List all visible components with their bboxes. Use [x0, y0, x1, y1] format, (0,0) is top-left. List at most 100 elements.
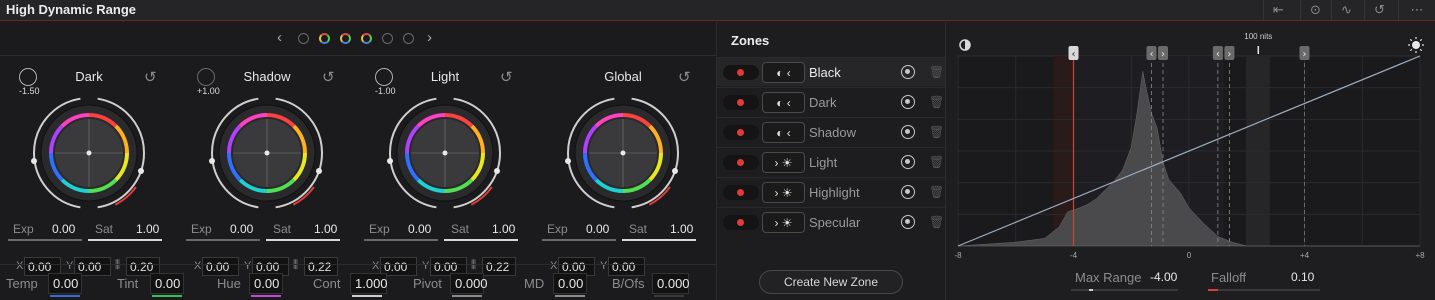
falloff-value[interactable]: 0.10: [1291, 270, 1314, 284]
light-zone-icon[interactable]: › ☀: [762, 182, 805, 203]
param-slider[interactable]: [152, 295, 182, 297]
zone-enable-toggle[interactable]: [723, 95, 759, 110]
zone-row-highlight[interactable]: › ☀ Highlight 🗑: [717, 177, 945, 206]
trash-icon[interactable]: 🗑: [929, 65, 944, 79]
zone-picker-icon[interactable]: [901, 185, 915, 199]
dark-zone-icon[interactable]: ◐ ‹: [762, 92, 805, 113]
param-value-pivot[interactable]: 0.000: [450, 273, 488, 294]
zone-picker-icon[interactable]: [901, 155, 915, 169]
dark-zone-icon[interactable]: ◐ ‹: [762, 62, 805, 83]
trash-icon[interactable]: 🗑: [929, 155, 944, 169]
page-dot-1[interactable]: [298, 33, 309, 44]
saturation-label: Sat: [95, 222, 114, 236]
color-wheel[interactable]: [380, 90, 510, 220]
page-dot-5[interactable]: [382, 33, 393, 44]
light-zone-icon[interactable]: › ☀: [762, 152, 805, 173]
exposure-slider[interactable]: [186, 239, 260, 241]
param-label-temp: Temp: [6, 276, 38, 291]
light-zone-icon[interactable]: › ☀: [762, 212, 805, 233]
exposure-slider[interactable]: [542, 239, 616, 241]
saturation-value[interactable]: 1.00: [670, 222, 693, 236]
sidebar-toggle-icon[interactable]: ⇤: [1263, 0, 1293, 20]
exposure-slider[interactable]: [364, 239, 438, 241]
param-slider[interactable]: [555, 295, 585, 297]
param-value-temp[interactable]: 0.00: [48, 273, 82, 294]
next-page-button[interactable]: ›: [427, 29, 432, 46]
zone-adjust-icon[interactable]: [19, 68, 37, 86]
exposure-slider[interactable]: [8, 239, 82, 241]
param-value-cont[interactable]: 1.000: [350, 273, 388, 294]
param-value-hue[interactable]: 0.00: [249, 273, 283, 294]
saturation-slider[interactable]: [88, 239, 162, 241]
param-value-tint[interactable]: 0.00: [150, 273, 184, 294]
zone-adjust-icon[interactable]: [375, 68, 393, 86]
zone-enable-toggle[interactable]: [723, 65, 759, 80]
reset-icon[interactable]: ↺: [500, 68, 513, 86]
saturation-value[interactable]: 1.00: [314, 222, 337, 236]
exposure-value[interactable]: 0.00: [52, 222, 75, 236]
param-value-b-ofs[interactable]: 0.000: [652, 273, 690, 294]
zone-row-light[interactable]: › ☀ Light 🗑: [717, 147, 945, 176]
reset-icon[interactable]: ↺: [1364, 0, 1394, 20]
dark-zone-icon[interactable]: ◐ ‹: [762, 122, 805, 143]
color-wheel[interactable]: [202, 90, 332, 220]
color-wheel[interactable]: [558, 90, 688, 220]
more-options-icon[interactable]: ⋯: [1398, 0, 1435, 20]
zone-enable-toggle[interactable]: [723, 125, 759, 140]
param-slider[interactable]: [251, 295, 281, 297]
param-value-md[interactable]: 0.00: [553, 273, 587, 294]
exposure-value[interactable]: 0.00: [230, 222, 253, 236]
x-tick-label: -8: [954, 251, 962, 260]
create-zone-button[interactable]: Create New Zone: [759, 270, 903, 294]
zone-picker-icon[interactable]: [901, 95, 915, 109]
page-dot-6[interactable]: [403, 33, 414, 44]
trash-icon[interactable]: 🗑: [929, 125, 944, 139]
zone-row-specular[interactable]: › ☀ Specular 🗑: [717, 207, 945, 236]
saturation-value[interactable]: 1.00: [492, 222, 515, 236]
saturation-slider[interactable]: [266, 239, 340, 241]
zone-enable-toggle[interactable]: [723, 155, 759, 170]
x-tick-label: 0: [1187, 251, 1192, 260]
param-slider[interactable]: [352, 295, 382, 297]
exposure-label: Exp: [191, 222, 212, 236]
saturation-slider[interactable]: [444, 239, 518, 241]
zone-adjust-icon[interactable]: [197, 68, 215, 86]
reset-icon[interactable]: ↺: [144, 68, 157, 86]
reset-icon[interactable]: ↺: [678, 68, 691, 86]
trash-icon[interactable]: 🗑: [929, 185, 944, 199]
target-icon[interactable]: ⊙: [1300, 0, 1330, 20]
zone-picker-icon[interactable]: [901, 215, 915, 229]
zone-picker-icon[interactable]: [901, 65, 915, 79]
saturation-value[interactable]: 1.00: [136, 222, 159, 236]
zones-title: Zones: [731, 33, 770, 48]
zone-row-dark[interactable]: ◐ ‹ Dark 🗑: [717, 87, 945, 116]
param-slider[interactable]: [50, 295, 80, 297]
param-label-md: MD: [524, 276, 545, 291]
param-slider[interactable]: [452, 295, 482, 297]
exposure-value[interactable]: 0.00: [408, 222, 431, 236]
max-range-value[interactable]: -4.00: [1150, 270, 1177, 284]
saturation-slider[interactable]: [622, 239, 696, 241]
exposure-value[interactable]: 0.00: [586, 222, 609, 236]
param-slider[interactable]: [654, 295, 684, 297]
zone-handle-glyph: ‹: [1216, 49, 1220, 60]
trash-icon[interactable]: 🗑: [929, 215, 944, 229]
zone-picker-icon[interactable]: [901, 125, 915, 139]
trash-icon[interactable]: 🗑: [929, 95, 944, 109]
zone-handle-glyph: ›: [1303, 49, 1307, 60]
color-wheel[interactable]: [24, 90, 154, 220]
param-label-pivot: Pivot: [413, 276, 442, 291]
param-label-tint: Tint: [117, 276, 139, 291]
zone-enable-toggle[interactable]: [723, 185, 759, 200]
zone-row-shadow[interactable]: ◐ ‹ Shadow 🗑: [717, 117, 945, 146]
x-tick-label: -4: [1070, 251, 1078, 260]
prev-page-button[interactable]: ‹: [277, 29, 282, 46]
waveform-icon[interactable]: ∿: [1331, 0, 1361, 20]
page-dot-4[interactable]: [361, 33, 372, 44]
zone-graph[interactable]: ‹ ‹ › ‹ › › 100 nits -8 -4 0 +4 +8: [946, 22, 1435, 300]
reset-icon[interactable]: ↺: [322, 68, 335, 86]
page-dot-3[interactable]: [340, 33, 351, 44]
page-dot-2[interactable]: [319, 33, 330, 44]
zone-row-black[interactable]: ◐ ‹ Black 🗑: [717, 57, 945, 86]
zone-enable-toggle[interactable]: [723, 215, 759, 230]
